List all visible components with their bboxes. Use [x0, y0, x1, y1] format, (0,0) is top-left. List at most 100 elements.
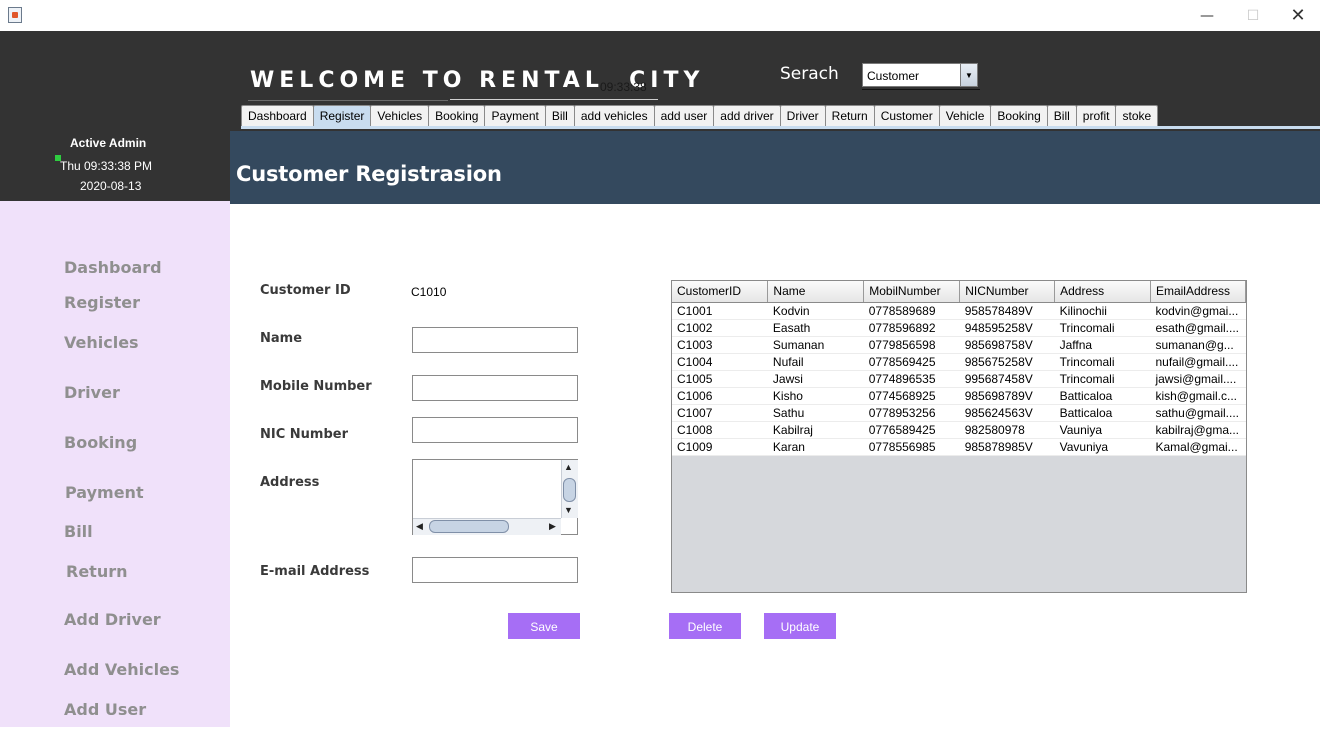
- update-button[interactable]: Update: [764, 613, 836, 639]
- scroll-thumb[interactable]: [429, 520, 509, 533]
- name-label: Name: [260, 331, 303, 346]
- table-cell: 0774896535: [863, 370, 960, 387]
- email-address-field[interactable]: [412, 557, 578, 583]
- table-cell: 948595258V: [959, 319, 1055, 336]
- scroll-up-icon[interactable]: ▲: [564, 462, 573, 472]
- tab-vehicles[interactable]: Vehicles: [370, 105, 430, 126]
- tab-add-vehicles[interactable]: add vehicles: [573, 105, 655, 126]
- minimize-icon[interactable]: —: [1184, 0, 1230, 31]
- column-header[interactable]: EmailAddress: [1150, 281, 1246, 303]
- scroll-right-icon[interactable]: ▶: [549, 521, 556, 532]
- sidebar-item-register[interactable]: Register: [64, 293, 140, 312]
- address-label: Address: [260, 475, 320, 490]
- column-header[interactable]: NICNumber: [959, 281, 1056, 303]
- window-titlebar: [0, 0, 1326, 31]
- sidebar-item-add-user[interactable]: Add User: [64, 700, 146, 719]
- customer-id-value: C1010: [411, 285, 447, 299]
- table-row[interactable]: C1008 Kabilraj 0776589425 982580978 Vauniya k…: [672, 421, 1246, 438]
- table-row[interactable]: C1005 Jawsi 0774896535 995687458V Trincomali…: [672, 370, 1246, 387]
- table-cell: 0778569425: [863, 353, 960, 370]
- table-cell: Kabilraj: [767, 421, 864, 438]
- table-cell: Vavuniya: [1054, 438, 1151, 455]
- table-cell: C1004: [672, 353, 768, 370]
- table-row[interactable]: C1002 Easath 0778596892 948595258V Trincomal…: [672, 319, 1246, 336]
- tab-register[interactable]: Register: [312, 105, 372, 126]
- tab-add-user[interactable]: add user: [653, 105, 715, 126]
- tab-dashboard[interactable]: Dashboard: [241, 105, 314, 126]
- table-cell: 0779856598: [863, 336, 960, 353]
- active-admin-label: Active Admin: [70, 136, 147, 150]
- table-row[interactable]: C1004 Nufail 0778569425 985675258V Trincomal…: [672, 353, 1246, 370]
- column-header[interactable]: MobilNumber: [863, 281, 961, 303]
- tab-driver[interactable]: Driver: [779, 105, 826, 126]
- sidebar-item-vehicles[interactable]: Vehicles: [64, 333, 139, 352]
- table-cell: C1001: [672, 302, 768, 319]
- table-cell: Jaffna: [1054, 336, 1151, 353]
- table-cell: Trincomali: [1054, 319, 1151, 336]
- table-cell: 0778556985: [863, 438, 960, 455]
- sidebar: [0, 201, 230, 727]
- restore-icon[interactable]: ☐: [1230, 0, 1276, 31]
- table-row[interactable]: C1009 Karan 0778556985 985878985V Vavuniya Ka…: [672, 438, 1246, 455]
- table-row[interactable]: C1003 Sumanan 0779856598 985698758V Jaffna su…: [672, 336, 1246, 353]
- sidebar-item-bill[interactable]: Bill: [64, 522, 93, 541]
- search-underline: [862, 89, 980, 90]
- admin-time: Thu 09:33:38 PM: [60, 159, 153, 173]
- tab-profit[interactable]: profit: [1075, 105, 1117, 126]
- sidebar-item-add-driver[interactable]: Add Driver: [64, 610, 161, 629]
- table-cell: Kamal@gmai...: [1150, 438, 1246, 455]
- table-cell: 985675258V: [959, 353, 1055, 370]
- address-horizontal-scrollbar[interactable]: ◀ ▶: [413, 518, 561, 535]
- table-cell: kodvin@gmai...: [1150, 302, 1246, 319]
- table-header-row: CustomerID Name MobilNumber NICNumber Addres…: [672, 281, 1246, 303]
- chevron-down-icon[interactable]: ▼: [960, 64, 977, 86]
- save-button[interactable]: Save: [508, 613, 580, 639]
- address-vertical-scrollbar[interactable]: ▲ ▼: [561, 460, 578, 518]
- table-cell: C1002: [672, 319, 768, 336]
- table-cell: Jawsi: [767, 370, 864, 387]
- table-cell: kabilraj@gma...: [1150, 421, 1246, 438]
- table-row[interactable]: C1007 Sathu 0778953256 985624563V Batticaloa…: [672, 404, 1246, 421]
- column-header[interactable]: CustomerID: [672, 281, 769, 303]
- tab-vehicle[interactable]: Vehicle: [938, 105, 992, 126]
- column-header[interactable]: Name: [767, 281, 865, 303]
- name-field[interactable]: [412, 327, 578, 353]
- mobile-number-field[interactable]: [412, 375, 578, 401]
- table-cell: C1006: [672, 387, 768, 404]
- close-icon[interactable]: ✕: [1275, 0, 1321, 31]
- column-header[interactable]: Address: [1054, 281, 1151, 303]
- tab-booking[interactable]: Booking: [428, 105, 486, 126]
- table-cell: 0774568925: [863, 387, 960, 404]
- mobile-number-label: Mobile Number: [260, 379, 372, 394]
- sidebar-item-booking[interactable]: Booking: [64, 433, 137, 452]
- scroll-down-icon[interactable]: ▼: [564, 505, 573, 515]
- title-underline-light: [450, 99, 658, 100]
- tab-payment[interactable]: Payment: [484, 105, 546, 126]
- table-cell: Sathu: [767, 404, 864, 421]
- search-dropdown[interactable]: Customer ▼: [862, 63, 978, 87]
- tab-add-driver[interactable]: add driver: [713, 105, 781, 126]
- scroll-left-icon[interactable]: ◀: [416, 521, 423, 532]
- tab-bill[interactable]: Bill: [544, 105, 575, 126]
- scroll-thumb[interactable]: [563, 478, 576, 502]
- sidebar-item-return[interactable]: Return: [66, 562, 128, 581]
- delete-button[interactable]: Delete: [669, 613, 741, 639]
- table-row[interactable]: C1001 Kodvin 0778589689 958578489V Kilinochi…: [672, 302, 1246, 319]
- sidebar-item-payment[interactable]: Payment: [65, 483, 144, 502]
- sidebar-item-driver[interactable]: Driver: [64, 383, 120, 402]
- table-cell: 985624563V: [959, 404, 1055, 421]
- customer-table[interactable]: CustomerID Name MobilNumber NICNumber Addres…: [671, 280, 1247, 593]
- table-cell: 985698758V: [959, 336, 1055, 353]
- sidebar-item-dashboard[interactable]: Dashboard: [64, 258, 162, 277]
- nic-number-field[interactable]: [412, 417, 578, 443]
- tab-stoke[interactable]: stoke: [1115, 105, 1159, 126]
- tab-bill[interactable]: Bill: [1046, 105, 1077, 126]
- table-cell: Trincomali: [1054, 353, 1151, 370]
- tab-return[interactable]: Return: [824, 105, 875, 126]
- tab-customer[interactable]: Customer: [873, 105, 940, 126]
- table-cell: C1003: [672, 336, 768, 353]
- tab-booking[interactable]: Booking: [990, 105, 1048, 126]
- table-row[interactable]: C1006 Kisho 0774568925 985698789V Batticaloa…: [672, 387, 1246, 404]
- email-address-label: E-mail Address: [260, 564, 370, 579]
- sidebar-item-add-vehicles[interactable]: Add Vehicles: [64, 660, 179, 679]
